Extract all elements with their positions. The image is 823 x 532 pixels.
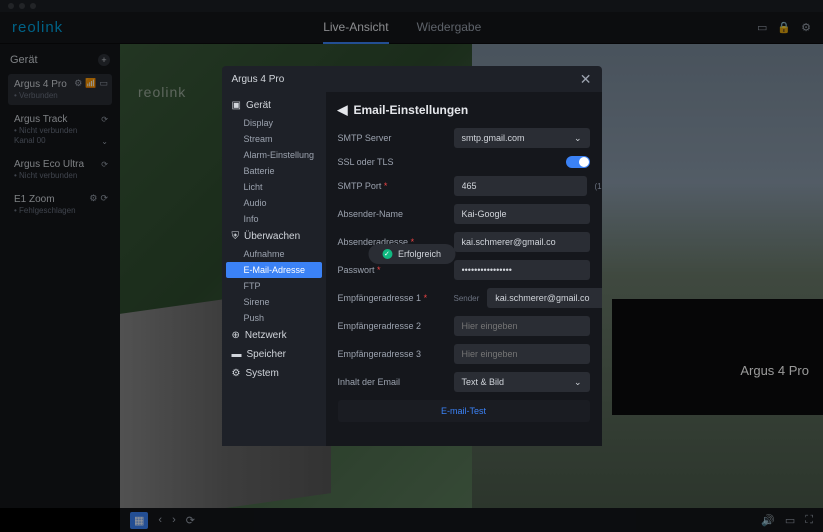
smtp-server-select[interactable]: smtp.gmail.com⌄ xyxy=(454,128,590,148)
nav-item-display[interactable]: Display xyxy=(222,115,326,131)
smtp-port-label: SMTP Port xyxy=(338,181,382,191)
chevron-down-icon: ⌄ xyxy=(574,377,582,388)
toast-message: Erfolgreich xyxy=(398,249,441,259)
back-button[interactable]: ◀ xyxy=(338,102,348,118)
settings-nav: ▣Gerät Display Stream Alarm-Einstellung … xyxy=(222,92,326,446)
content-label: Inhalt der Email xyxy=(338,377,446,387)
sender-name-input[interactable] xyxy=(454,204,590,224)
nav-section-device[interactable]: ▣Gerät xyxy=(222,96,326,115)
ssl-label: SSL oder TLS xyxy=(338,157,446,167)
storage-icon: ▬ xyxy=(232,349,242,360)
port-range-hint: (1~65535) xyxy=(595,182,602,191)
nav-item-email[interactable]: E-Mail-Adresse xyxy=(226,262,322,278)
sender-addr-input[interactable] xyxy=(454,232,590,252)
network-icon: ⊕ xyxy=(232,330,240,341)
nav-item-stream[interactable]: Stream xyxy=(222,131,326,147)
recipient1-input[interactable] xyxy=(487,288,601,308)
nav-section-system[interactable]: ⚙System xyxy=(222,364,326,383)
nav-item-siren[interactable]: Sirene xyxy=(222,294,326,310)
recipient1-sublabel: Sender xyxy=(454,294,480,303)
recipient1-label: Empfängeradresse 1 xyxy=(338,293,422,303)
ssl-toggle[interactable] xyxy=(566,156,590,168)
gear-icon: ⚙ xyxy=(232,368,241,379)
email-test-button[interactable]: E-mail-Test xyxy=(338,400,590,422)
nav-item-audio[interactable]: Audio xyxy=(222,195,326,211)
modal-backdrop: Argus 4 Pro ✕ ▣Gerät Display Stream Alar… xyxy=(0,0,823,532)
nav-item-info[interactable]: Info xyxy=(222,211,326,227)
nav-section-monitor[interactable]: ⛨Überwachen xyxy=(222,227,326,246)
nav-item-battery[interactable]: Batterie xyxy=(222,163,326,179)
settings-panel: ◀ Email-Einstellungen SMTP Server smtp.g… xyxy=(326,92,602,446)
check-icon: ✓ xyxy=(382,249,392,259)
nav-section-storage[interactable]: ▬Speicher xyxy=(222,345,326,364)
recipient2-label: Empfängeradresse 2 xyxy=(338,321,446,331)
recipient3-input[interactable] xyxy=(454,344,590,364)
nav-item-push[interactable]: Push xyxy=(222,310,326,326)
camera-icon: ▣ xyxy=(232,100,241,111)
smtp-server-label: SMTP Server xyxy=(338,133,446,143)
password-label: Passwort xyxy=(338,265,375,275)
nav-item-light[interactable]: Licht xyxy=(222,179,326,195)
nav-item-recording[interactable]: Aufnahme xyxy=(222,246,326,262)
sender-name-label: Absender-Name xyxy=(338,209,446,219)
nav-item-ftp[interactable]: FTP xyxy=(222,278,326,294)
nav-item-alarm[interactable]: Alarm-Einstellung xyxy=(222,147,326,163)
shield-icon: ⛨ xyxy=(232,231,240,242)
content-select[interactable]: Text & Bild⌄ xyxy=(454,372,590,392)
settings-title: Email-Einstellungen xyxy=(354,103,469,117)
close-button[interactable]: ✕ xyxy=(580,71,592,88)
chevron-down-icon: ⌄ xyxy=(574,133,582,144)
nav-section-network[interactable]: ⊕Netzwerk xyxy=(222,326,326,345)
recipient3-label: Empfängeradresse 3 xyxy=(338,349,446,359)
modal-title: Argus 4 Pro xyxy=(232,74,285,85)
password-input[interactable] xyxy=(454,260,590,280)
smtp-port-input[interactable] xyxy=(454,176,587,196)
success-toast: ✓ Erfolgreich xyxy=(368,244,455,264)
settings-modal: Argus 4 Pro ✕ ▣Gerät Display Stream Alar… xyxy=(222,66,602,446)
recipient2-input[interactable] xyxy=(454,316,590,336)
